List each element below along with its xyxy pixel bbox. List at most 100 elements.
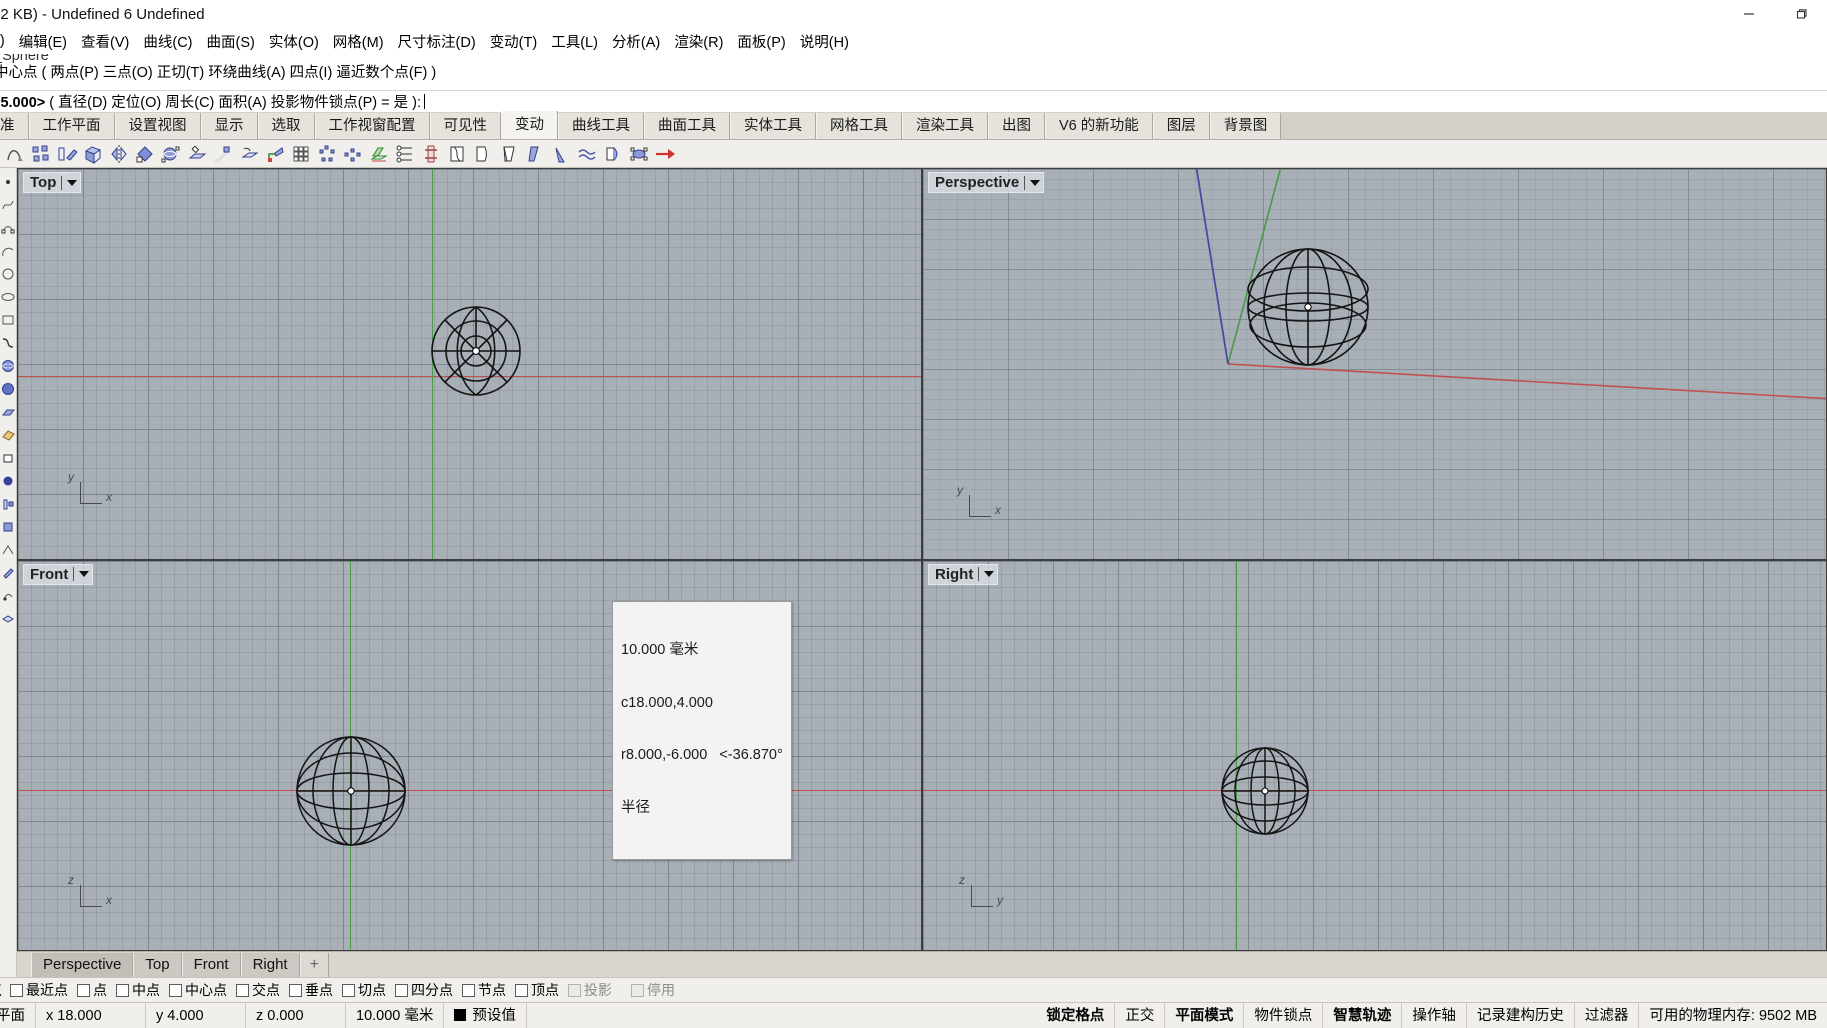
orient-axis-icon[interactable] (262, 141, 288, 167)
status-toggle-record-history[interactable]: 记录建构历史 (1467, 1002, 1575, 1028)
status-toggle-planar[interactable]: 平面模式 (1165, 1002, 1245, 1028)
chevron-down-icon[interactable] (67, 179, 78, 186)
copy-icon[interactable] (54, 141, 80, 167)
viewport-tab-front[interactable]: Front (181, 953, 241, 977)
checkbox-icon[interactable] (116, 983, 129, 997)
osnap-mid[interactable]: 中点 (116, 980, 160, 1000)
solid-box-icon[interactable] (0, 446, 16, 469)
ribbon-tab-surface-tools[interactable]: 曲面工具 (644, 113, 730, 139)
array-along-curve-icon[interactable] (340, 141, 366, 167)
ribbon-tab-viewport-layout[interactable]: 工作视窗配置 (314, 113, 430, 139)
checkbox-icon[interactable] (236, 983, 249, 997)
freeform-curve-icon[interactable] (0, 331, 16, 354)
checkbox-icon[interactable] (515, 983, 528, 997)
ribbon-tab-select[interactable]: 选取 (257, 113, 315, 139)
menu-item-curve[interactable]: 曲线(C) (136, 29, 199, 54)
ribbon-tab-transform[interactable]: 变动 (501, 111, 558, 139)
ribbon-tab-set-view[interactable]: 设置视图 (114, 113, 201, 139)
mirror-icon[interactable] (106, 141, 132, 167)
minimize-button[interactable] (1723, 0, 1775, 28)
osnap-quadrant[interactable]: 四分点 (395, 980, 453, 1000)
menu-item-view[interactable]: 查看(V) (74, 29, 136, 54)
status-cplane[interactable]: 平面 (0, 1002, 36, 1028)
checkbox-icon[interactable] (568, 983, 581, 997)
viewport-tab-right[interactable]: Right (240, 953, 300, 977)
viewport-label-top[interactable]: Top (23, 172, 82, 193)
ribbon-tab-visibility[interactable]: 可见性 (429, 113, 501, 139)
rect-array-icon[interactable] (288, 141, 314, 167)
status-toggle-osnap[interactable]: 物件锁点 (1244, 1002, 1324, 1028)
wave-deform-icon[interactable] (548, 141, 574, 167)
mesh-icon[interactable] (0, 492, 16, 515)
viewport-right[interactable]: z y Right (922, 559, 1827, 951)
arc-icon[interactable] (0, 239, 16, 262)
solid-sphere-icon[interactable] (0, 469, 16, 492)
ribbon-tab-layers[interactable]: 图层 (1152, 113, 1210, 139)
ribbon-tab-background-bitmap[interactable]: 背景图 (1209, 113, 1282, 139)
sphere-icon[interactable] (0, 354, 16, 377)
checkbox-icon[interactable] (342, 983, 355, 997)
checkbox-icon[interactable] (462, 983, 475, 997)
next-arrow-icon[interactable] (652, 141, 678, 167)
osnap-tangent[interactable]: 切点 (342, 980, 386, 1000)
checkbox-icon[interactable] (289, 983, 302, 997)
text-icon[interactable] (0, 538, 16, 561)
osnap-point[interactable]: 点 (77, 980, 107, 1000)
project-to-cplane-icon[interactable] (366, 141, 392, 167)
chevron-down-icon[interactable] (984, 571, 995, 577)
viewport-tab-top[interactable]: Top (133, 953, 182, 977)
shear-icon[interactable] (210, 141, 236, 167)
checkbox-icon[interactable] (10, 983, 23, 997)
ribbon-tab-whats-new-v6[interactable]: V6 的新功能 (1045, 113, 1153, 139)
point-icon[interactable] (0, 170, 16, 193)
checkbox-icon[interactable] (77, 983, 90, 997)
checkbox-icon[interactable] (631, 983, 644, 997)
rectangle-icon[interactable] (0, 308, 16, 331)
ribbon-tab-drafting[interactable]: 出图 (988, 113, 1045, 139)
status-toggle-ortho[interactable]: 正交 (1115, 1002, 1166, 1028)
smash-icon[interactable] (522, 141, 548, 167)
checkbox-icon[interactable] (395, 983, 408, 997)
status-current-layer[interactable]: 预设值 (444, 1002, 527, 1028)
splop-icon[interactable] (574, 141, 600, 167)
osnap-near[interactable]: 最近点 (10, 980, 68, 1000)
status-toggle-smarttrack[interactable]: 智慧轨迹 (1323, 1002, 1403, 1028)
flow-icon[interactable] (496, 141, 522, 167)
menu-item-tools[interactable]: 工具(L) (544, 29, 605, 54)
extrude-icon[interactable] (0, 423, 16, 446)
menu-item-render[interactable]: 渲染(R) (667, 29, 730, 54)
osnap-knot[interactable]: 节点 (462, 980, 506, 1000)
polar-array-icon[interactable] (314, 141, 340, 167)
bend-icon[interactable] (444, 141, 470, 167)
ribbon-tab-cplane[interactable]: 工作平面 (28, 113, 115, 139)
chevron-down-icon[interactable] (79, 571, 90, 577)
osnap-disable[interactable]: 停用 (631, 980, 675, 1000)
taper-icon[interactable] (470, 141, 496, 167)
viewport-top[interactable]: y x Top (17, 168, 922, 560)
twist-icon[interactable] (418, 141, 444, 167)
menu-item-edit[interactable]: 编辑(E) (12, 29, 74, 54)
checkbox-icon[interactable] (169, 983, 182, 997)
polyline-icon[interactable] (0, 193, 16, 216)
menu-item-mesh[interactable]: 网格(M) (326, 29, 391, 54)
ribbon-tab-standard[interactable]: 准 (0, 113, 29, 139)
rotate-icon[interactable] (132, 141, 158, 167)
surface-icon[interactable] (0, 377, 16, 400)
osnap-project[interactable]: 投影 (568, 980, 612, 1000)
cage-edit-icon[interactable] (600, 141, 626, 167)
chevron-down-icon[interactable] (1030, 179, 1041, 186)
flow-along-curve-icon[interactable] (392, 141, 418, 167)
menu-item-analyze[interactable]: 分析(A) (605, 29, 667, 54)
viewport-label-right[interactable]: Right (928, 563, 999, 585)
menu-item-dimension[interactable]: 尺寸标注(D) (391, 29, 483, 54)
apply-cage-icon[interactable] (626, 141, 652, 167)
array-icon[interactable] (28, 141, 54, 167)
restore-button[interactable] (1775, 0, 1827, 28)
viewport-label-perspective[interactable]: Perspective (928, 172, 1045, 193)
rotate3d-icon[interactable] (158, 141, 184, 167)
osnap-vertex[interactable]: 顶点 (515, 980, 559, 1000)
viewport-tab-perspective[interactable]: Perspective (31, 953, 134, 977)
menu-item-surface[interactable]: 曲面(S) (200, 29, 262, 54)
viewport-label-front[interactable]: Front (23, 563, 94, 585)
curve-tool-icon[interactable] (2, 141, 28, 167)
